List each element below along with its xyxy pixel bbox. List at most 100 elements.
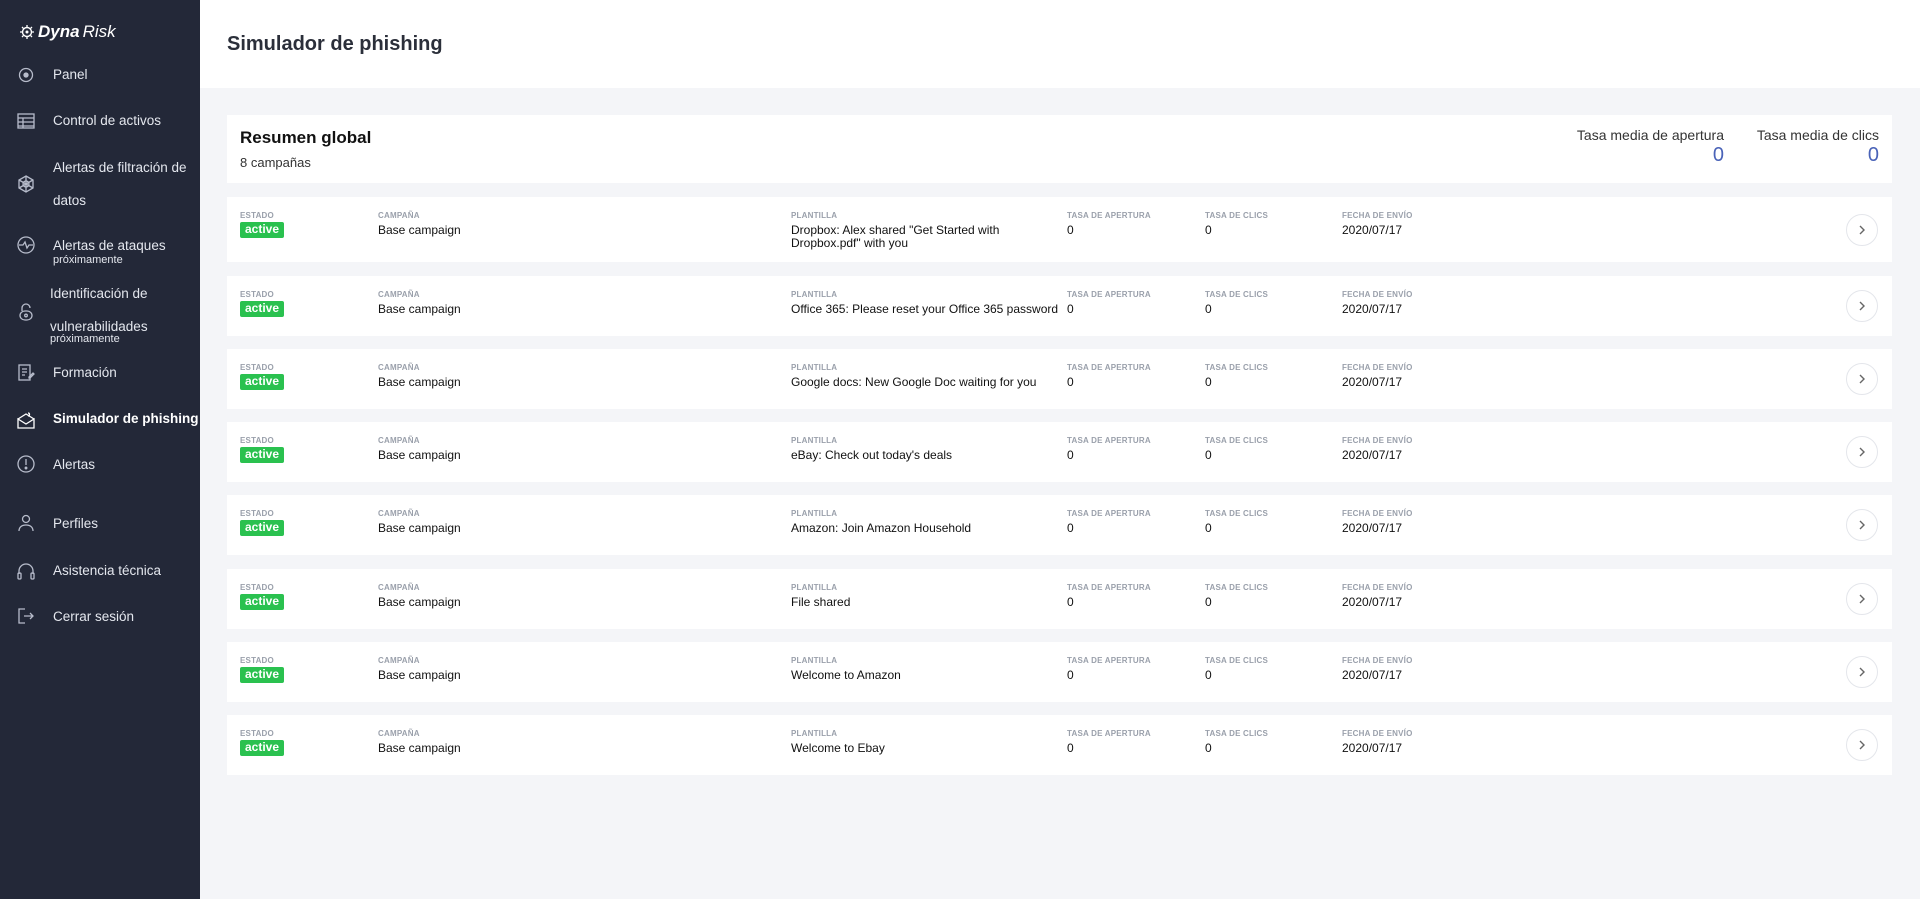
template-name: eBay: Check out today's deals: [791, 448, 953, 462]
sidebar-item-label: Panel: [53, 67, 88, 82]
pulse-icon: [15, 234, 37, 256]
sidebar-item-alertas-filtracion[interactable]: Alertas de filtración de datos: [0, 151, 200, 217]
sidebar-item-identificacion-vulnerabilidades[interactable]: Identificación de vulnerabilidades próxi…: [0, 277, 200, 349]
send-date-header: Fecha de envío: [1342, 729, 1413, 738]
sidebar-item-formacion[interactable]: Formación: [0, 356, 200, 389]
coming-soon-label: próximamente: [53, 254, 123, 266]
campaign-name: Base campaign: [378, 448, 461, 462]
chevron-right-icon: [1859, 374, 1865, 384]
open-rate-header: Tasa de apertura: [1067, 363, 1151, 372]
sidebar-item-perfiles[interactable]: Perfiles: [0, 507, 200, 540]
status-badge: active: [240, 447, 285, 463]
status-badge: active: [240, 374, 285, 390]
sidebar-item-alertas-ataques[interactable]: Alertas de ataques próximamente: [0, 230, 200, 270]
open-rate-cell: Tasa de apertura 0: [1067, 729, 1151, 755]
campaign-name: Base campaign: [378, 223, 461, 237]
open-campaign-button[interactable]: [1846, 214, 1878, 246]
open-campaign-button[interactable]: [1846, 656, 1878, 688]
sidebar-item-alertas[interactable]: Alertas: [0, 448, 200, 481]
open-campaign-button[interactable]: [1846, 290, 1878, 322]
send-date-cell: Fecha de envío 2020/07/17: [1342, 509, 1413, 535]
click-rate-header: Tasa de clics: [1205, 290, 1269, 299]
campaign-row[interactable]: Estado active Campaña Base campaign Plan…: [227, 715, 1892, 775]
sidebar-item-simulador-phishing[interactable]: Simulador de phishing: [0, 402, 200, 435]
template-name-line2: Dropbox.pdf" with you: [791, 236, 908, 250]
campaign-row[interactable]: Estado active Campaña Base campaign Plan…: [227, 495, 1892, 555]
template-cell: Plantilla Welcome to Amazon: [791, 656, 1061, 682]
open-campaign-button[interactable]: [1846, 583, 1878, 615]
chevron-right-icon: [1859, 520, 1865, 530]
click-rate-header: Tasa de clics: [1205, 363, 1269, 372]
campaign-name: Base campaign: [378, 302, 461, 316]
open-rate-header: Tasa de apertura: [1067, 436, 1151, 445]
sidebar-item-asistencia-tecnica[interactable]: Asistencia técnica: [0, 554, 200, 587]
campaign-cell: Campaña Base campaign: [378, 729, 461, 755]
status-badge: active: [240, 667, 285, 683]
click-rate-cell: Tasa de clics 0: [1205, 583, 1268, 609]
send-date-header: Fecha de envío: [1342, 656, 1413, 665]
open-rate-metric: Tasa media de apertura 0: [1577, 127, 1724, 167]
campaign-header: Campaña: [378, 583, 420, 592]
click-rate-cell: Tasa de clics 0: [1205, 211, 1268, 237]
open-rate-header: Tasa de apertura: [1067, 290, 1151, 299]
open-campaign-button[interactable]: [1846, 509, 1878, 541]
page-title: Simulador de phishing: [227, 33, 443, 55]
status-cell: Estado active: [240, 211, 285, 238]
send-date-header: Fecha de envío: [1342, 363, 1413, 372]
phishing-icon: [15, 409, 37, 431]
sidebar-item-cerrar-sesion[interactable]: Cerrar sesión: [0, 600, 200, 633]
status-cell: Estado active: [240, 583, 285, 610]
send-date-header: Fecha de envío: [1342, 211, 1413, 220]
campaign-row[interactable]: Estado active Campaña Base campaign Plan…: [227, 569, 1892, 629]
sidebar-item-panel[interactable]: Panel: [0, 58, 200, 91]
sidebar-item-label-line2: datos: [53, 193, 87, 208]
click-rate: 0: [1205, 595, 1212, 609]
open-campaign-button[interactable]: [1846, 363, 1878, 395]
campaign-cell: Campaña Base campaign: [378, 656, 461, 682]
chevron-right-icon: [1859, 301, 1865, 311]
click-rate-metric: Tasa media de clics 0: [1757, 127, 1879, 167]
campaign-row[interactable]: Estado active Campaña Base campaign Plan…: [227, 349, 1892, 409]
open-campaign-button[interactable]: [1846, 436, 1878, 468]
template-name: Office 365: Please reset your Office 365…: [791, 302, 1059, 316]
template-header: Plantilla: [791, 290, 838, 299]
campaign-header: Campaña: [378, 363, 420, 372]
chevron-right-icon: [1859, 667, 1865, 677]
open-rate-header: Tasa de apertura: [1067, 583, 1151, 592]
dashboard-icon: [15, 64, 37, 86]
open-rate: 0: [1067, 521, 1074, 535]
campaign-header: Campaña: [378, 436, 420, 445]
status-header: Estado: [240, 583, 274, 592]
brand-logo[interactable]: Dyna Risk: [19, 22, 116, 42]
open-rate-header: Tasa de apertura: [1067, 211, 1151, 220]
user-icon: [15, 512, 37, 534]
web-icon: [15, 173, 37, 195]
campaign-row[interactable]: Estado active Campaña Base campaign Plan…: [227, 276, 1892, 336]
status-badge: active: [240, 222, 285, 238]
campaign-name: Base campaign: [378, 595, 461, 609]
open-rate-cell: Tasa de apertura 0: [1067, 656, 1151, 682]
sidebar-item-control-de-activos[interactable]: Control de activos: [0, 104, 200, 137]
campaign-row[interactable]: Estado active Campaña Base campaign Plan…: [227, 422, 1892, 482]
campaign-header: Campaña: [378, 509, 420, 518]
send-date-cell: Fecha de envío 2020/07/17: [1342, 656, 1413, 682]
open-rate-label: Tasa media de apertura: [1576, 127, 1724, 143]
template-header: Plantilla: [791, 211, 838, 220]
campaign-header: Campaña: [378, 656, 420, 665]
sidebar: Dyna Risk Panel Control de activos Alerta…: [0, 0, 200, 899]
send-date-cell: Fecha de envío 2020/07/17: [1342, 729, 1413, 755]
open-campaign-button[interactable]: [1846, 729, 1878, 761]
template-cell: Plantilla File shared: [791, 583, 1061, 609]
send-date-cell: Fecha de envío 2020/07/17: [1342, 436, 1413, 462]
open-rate: 0: [1067, 595, 1074, 609]
send-date-cell: Fecha de envío 2020/07/17: [1342, 583, 1413, 609]
sidebar-item-label: Simulador de phishing: [53, 411, 199, 426]
sidebar-item-label: Identificación de: [50, 286, 148, 301]
template-cell: Plantilla Welcome to Ebay: [791, 729, 1061, 755]
sidebar-item-label: Asistencia técnica: [53, 563, 162, 578]
click-rate: 0: [1205, 521, 1212, 535]
click-rate-cell: Tasa de clics 0: [1205, 363, 1268, 389]
campaign-row[interactable]: Estado active Campaña Base campaign Plan…: [227, 197, 1892, 262]
open-rate-cell: Tasa de apertura 0: [1067, 290, 1151, 316]
campaign-row[interactable]: Estado active Campaña Base campaign Plan…: [227, 642, 1892, 702]
